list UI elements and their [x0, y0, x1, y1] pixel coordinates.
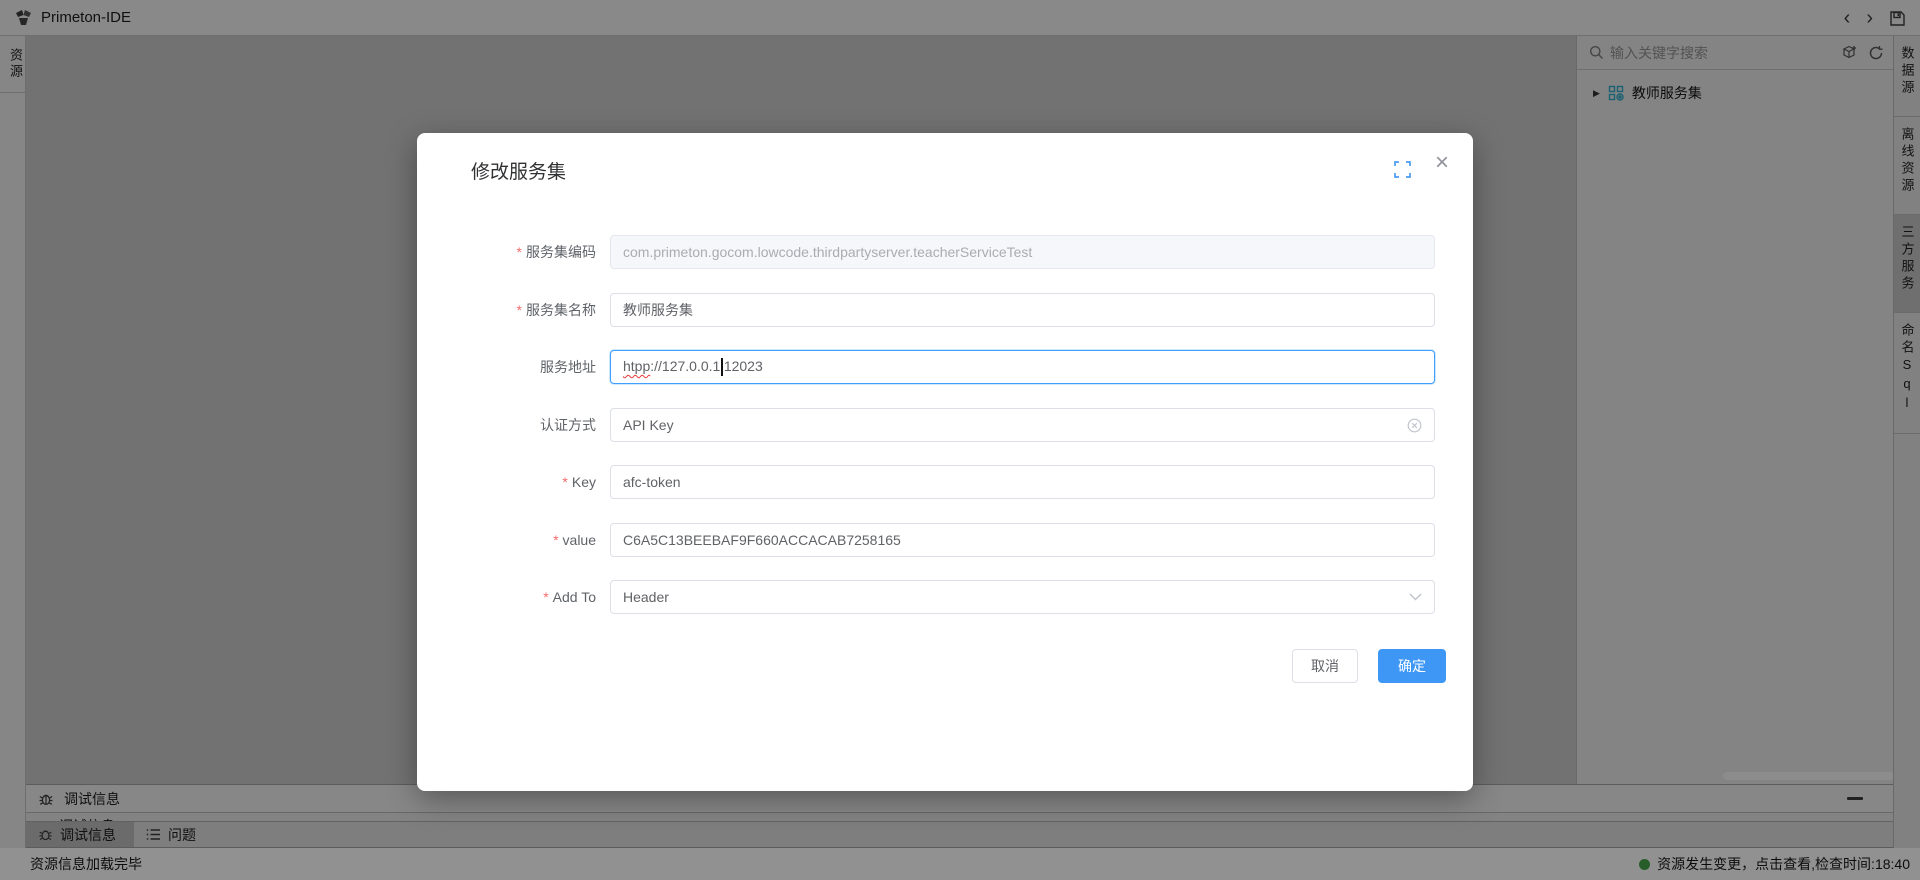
field-label: Add To: [553, 589, 596, 605]
field-row-auth-type: 认证方式 API Key: [417, 408, 1473, 442]
field-label: Key: [572, 474, 596, 490]
cancel-button[interactable]: 取消: [1292, 649, 1358, 683]
confirm-button[interactable]: 确定: [1378, 649, 1446, 683]
field-row-value: *value: [417, 523, 1473, 557]
misspelled-text: htpp: [623, 358, 650, 374]
service-address-input[interactable]: htpp://127.0.0.112023: [610, 350, 1435, 384]
service-set-name-input[interactable]: [610, 293, 1435, 327]
dialog-title: 修改服务集: [471, 157, 566, 184]
field-row-key: *Key: [417, 465, 1473, 499]
add-to-select[interactable]: Header: [610, 580, 1435, 614]
clear-icon[interactable]: [1407, 418, 1422, 433]
dialog-footer: 取消 确定: [417, 649, 1473, 683]
key-input[interactable]: [610, 465, 1435, 499]
field-row-service-set-name: *服务集名称: [417, 293, 1473, 327]
fullscreen-icon[interactable]: [1394, 161, 1411, 178]
field-label: 认证方式: [540, 417, 596, 433]
field-row-service-address: 服务地址 htpp://127.0.0.112023: [417, 350, 1473, 384]
field-label: 服务集编码: [526, 244, 596, 260]
close-icon[interactable]: ×: [1435, 151, 1449, 175]
field-row-service-set-code: *服务集编码: [417, 235, 1473, 269]
field-row-add-to: *Add To Header: [417, 580, 1473, 614]
edit-service-set-dialog: 修改服务集 × *服务集编码 *服务集名称 服务地址 htpp://127.0.…: [417, 133, 1473, 791]
field-label: value: [563, 532, 596, 548]
service-set-code-input: [610, 235, 1435, 269]
auth-type-select[interactable]: API Key: [610, 408, 1435, 442]
chevron-down-icon: [1409, 593, 1422, 601]
field-label: 服务地址: [540, 359, 596, 375]
value-input[interactable]: [610, 523, 1435, 557]
text-caret: [721, 358, 723, 376]
field-label: 服务集名称: [526, 302, 596, 318]
